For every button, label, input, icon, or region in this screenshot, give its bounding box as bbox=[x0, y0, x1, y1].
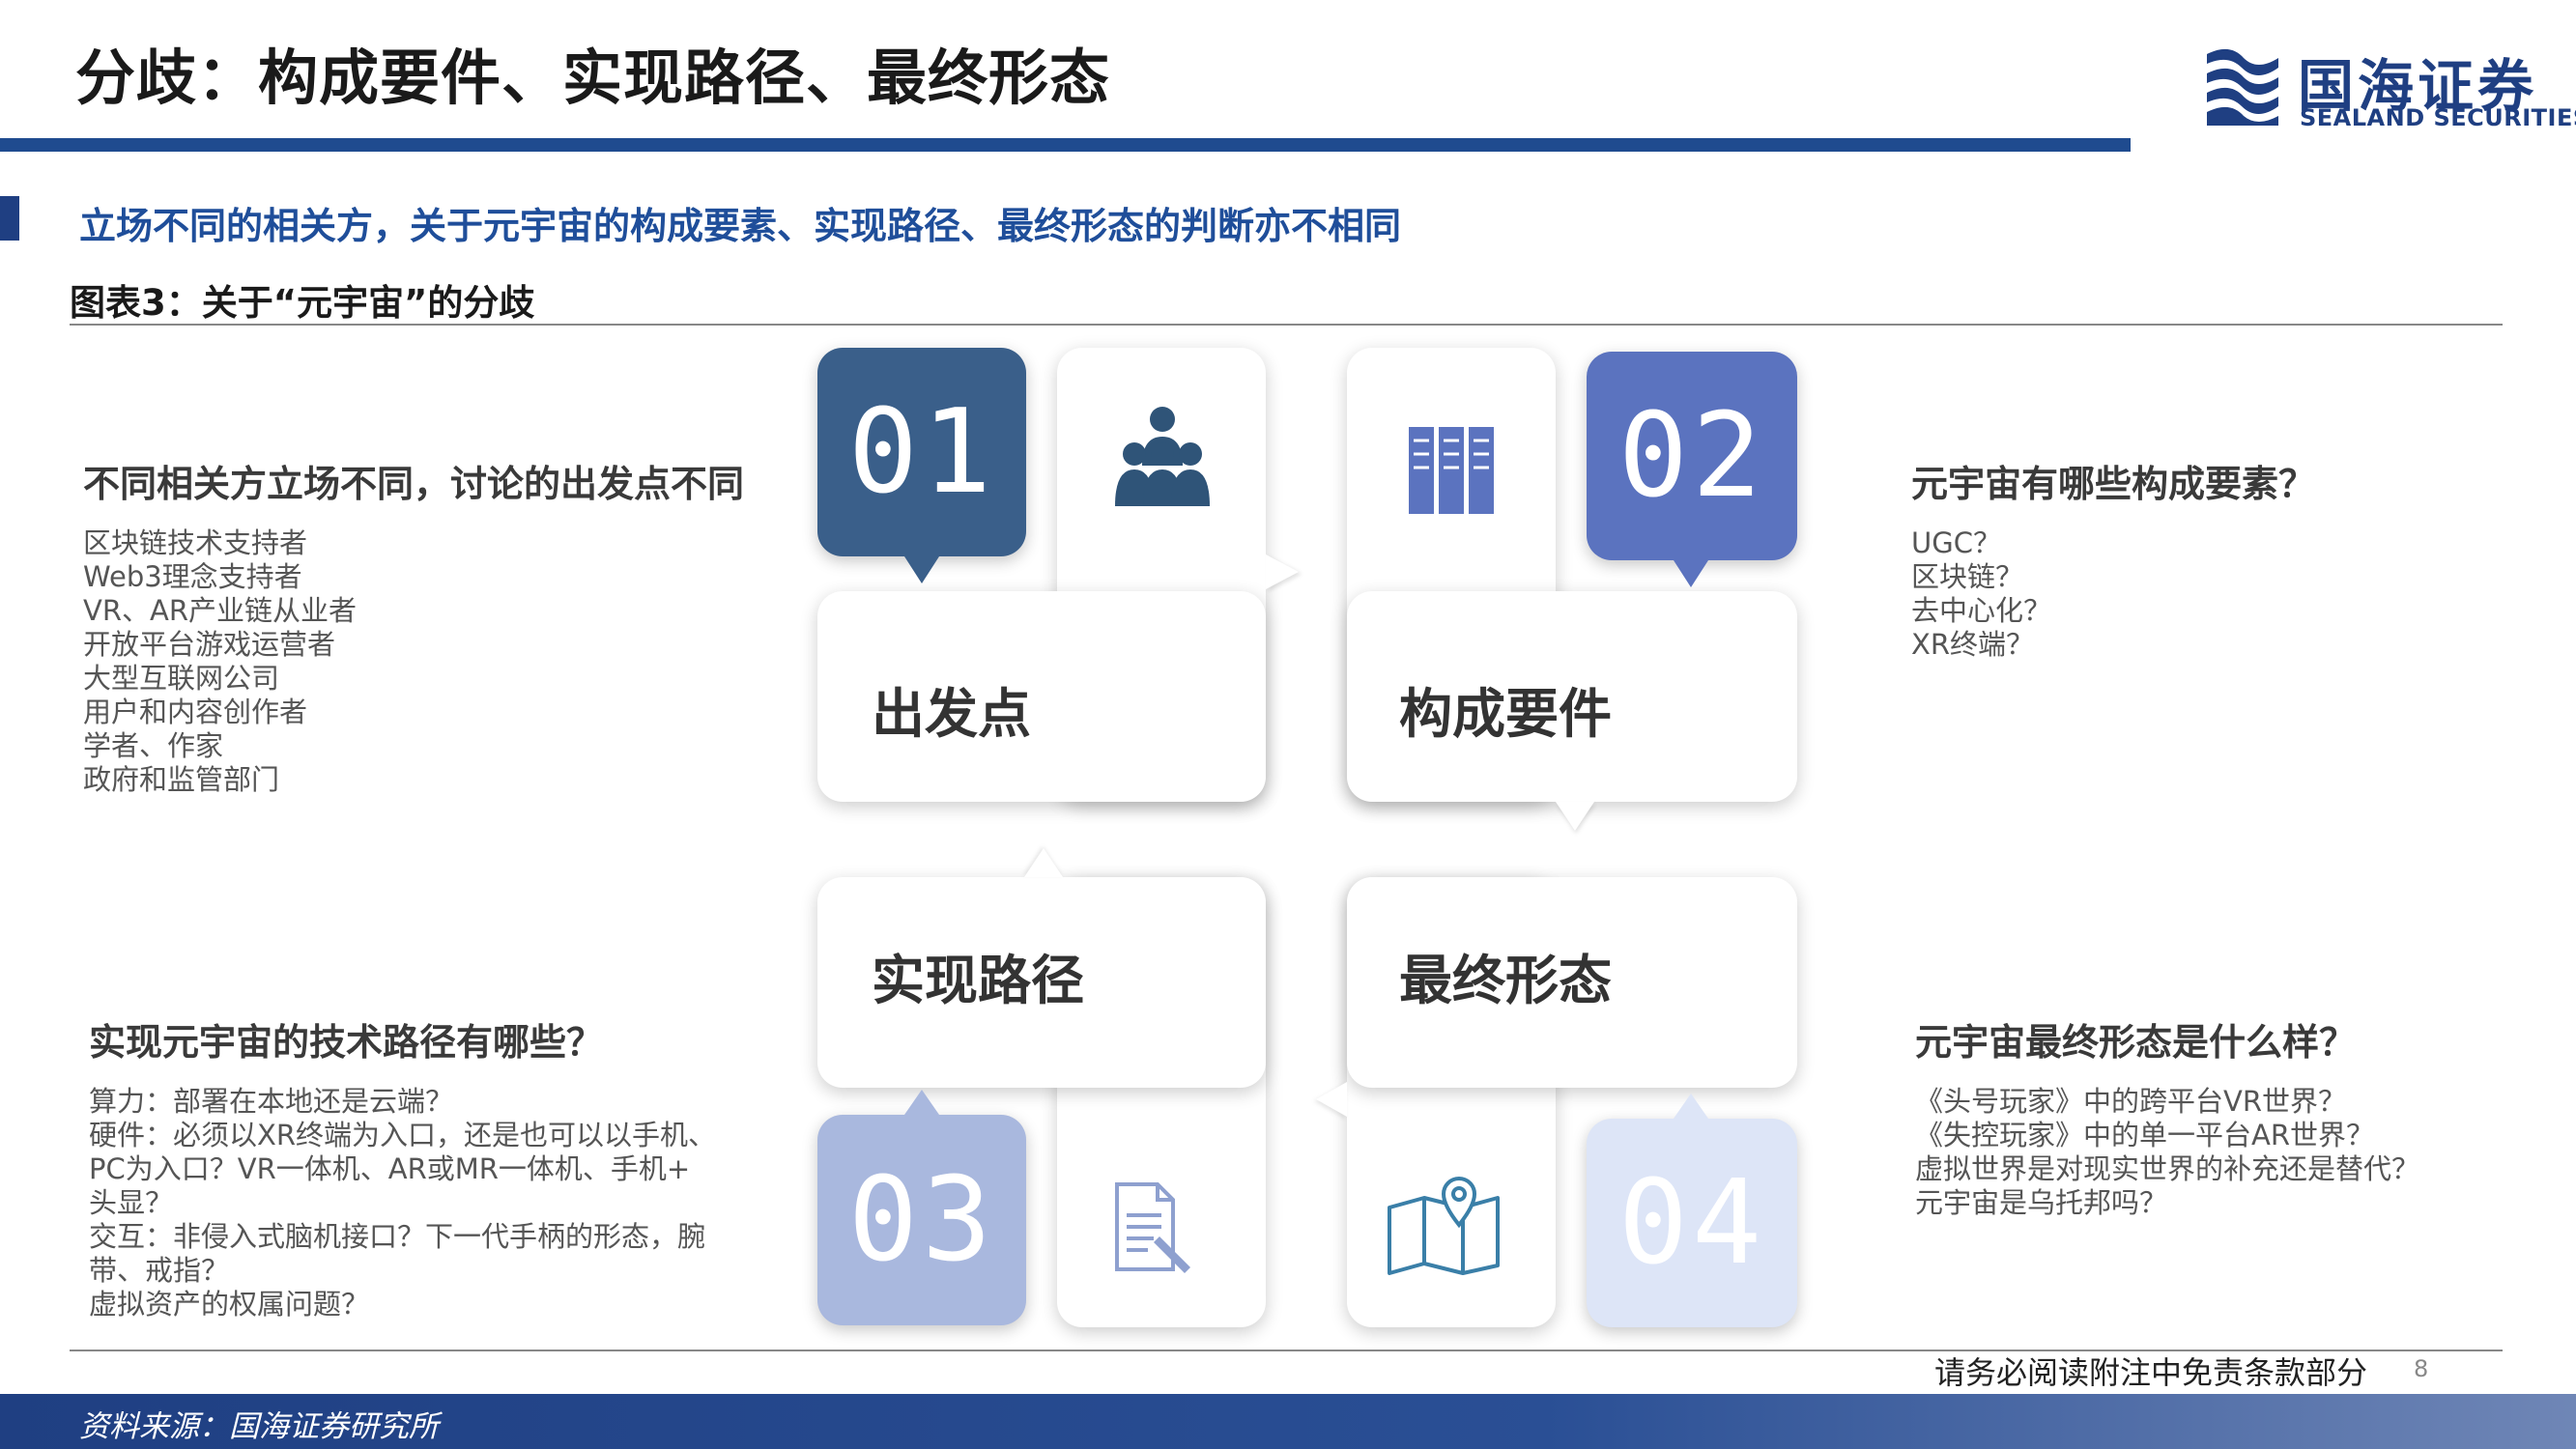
number-box-04: 04 bbox=[1587, 1119, 1797, 1327]
list-item: Web3理念支持者 bbox=[83, 560, 302, 593]
list-item: 虚拟资产的权属问题？ bbox=[89, 1288, 370, 1321]
card-03-icon-panel bbox=[1057, 877, 1266, 1327]
list-item: 学者、作家 bbox=[83, 729, 224, 762]
pointer bbox=[1316, 1082, 1347, 1117]
list-item: 算力：部署在本地还是云端？ bbox=[89, 1085, 454, 1118]
subtitle: 立场不同的相关方，关于元宇宙的构成要素、实现路径、最终形态的判断亦不相同 bbox=[79, 205, 1402, 247]
list-item: UGC？ bbox=[1911, 526, 2001, 559]
list-item: 区块链？ bbox=[1911, 560, 2024, 593]
list-item: 《失控玩家》中的单一平台AR世界？ bbox=[1915, 1119, 2374, 1151]
list-item: 区块链技术支持者 bbox=[83, 526, 308, 559]
card-number: 01 bbox=[847, 384, 996, 520]
sealand-logo-icon bbox=[2207, 48, 2278, 126]
source-note: 资料来源：国海证券研究所 bbox=[79, 1409, 439, 1444]
list-item: 用户和内容创作者 bbox=[83, 696, 308, 728]
pointer bbox=[904, 556, 939, 583]
list-item: 开放平台游戏运营者 bbox=[83, 628, 336, 661]
stakeholder-list: 区块链技术支持者 Web3理念支持者 VR、AR产业链从业者 开放平台游戏运营者… bbox=[83, 526, 744, 797]
list-item: 虚拟世界是对现实世界的补充还是替代？ bbox=[1915, 1152, 2420, 1185]
disclaimer: 请务必阅读附注中免责条款部分 bbox=[1934, 1354, 2368, 1391]
map-location-icon bbox=[1388, 1177, 1500, 1275]
company-logo: 国海证券 SEALAND SECURITIES bbox=[2201, 41, 2576, 137]
list-item: 政府和监管部门 bbox=[83, 763, 280, 796]
list-item: 大型互联网公司 bbox=[83, 662, 280, 695]
header-rule bbox=[0, 138, 2131, 152]
components-section: 元宇宙有哪些构成要素？ UGC？ 区块链？ 去中心化？ XR终端？ bbox=[1911, 454, 2315, 662]
list-item: 《头号玩家》中的跨平台VR世界？ bbox=[1915, 1085, 2346, 1118]
pointer bbox=[1024, 848, 1063, 877]
card-number: 02 bbox=[1617, 388, 1766, 524]
list-item: 交互：非侵入式脑机接口？下一代手柄的形态，腕 bbox=[89, 1220, 706, 1253]
list-item: 硬件：必须以XR终端为入口，还是也可以以手机、 bbox=[89, 1119, 717, 1151]
logo-english-name: SEALAND SECURITIES bbox=[2300, 104, 2576, 131]
card-label-04: 最终形态 bbox=[1399, 950, 1613, 1011]
card-01-icon-panel bbox=[1057, 348, 1266, 802]
list-item: VR、AR产业链从业者 bbox=[83, 594, 357, 627]
number-box-02: 02 bbox=[1587, 352, 1797, 560]
subtitle-marker bbox=[0, 196, 19, 241]
card-04-icon-panel bbox=[1347, 877, 1556, 1327]
list-item: PC为入口？VR一体机、AR或MR一体机、手机+ bbox=[89, 1152, 691, 1185]
card-01-label-panel bbox=[817, 591, 1266, 802]
figure-caption: 图表3：关于“元宇宙”的分歧 bbox=[70, 282, 535, 324]
list-item: 元宇宙是乌托邦吗？ bbox=[1915, 1186, 2168, 1219]
final-form-section: 元宇宙最终形态是什么样？ 《头号玩家》中的跨平台VR世界？ 《失控玩家》中的单一… bbox=[1915, 1012, 2419, 1220]
number-box-03: 03 bbox=[817, 1115, 1026, 1325]
list-item: XR终端？ bbox=[1911, 628, 2035, 661]
card-04-label-panel bbox=[1347, 877, 1797, 1088]
pointer bbox=[1266, 554, 1299, 589]
section-title: 不同相关方立场不同，讨论的出发点不同 bbox=[83, 463, 745, 505]
pointer bbox=[904, 1090, 939, 1115]
card-label-03: 实现路径 bbox=[872, 950, 1085, 1011]
card-02-icon-panel bbox=[1347, 348, 1556, 802]
list-item: 带、戒指？ bbox=[89, 1254, 230, 1287]
section-title: 元宇宙最终形态是什么样？ bbox=[1915, 1021, 2357, 1064]
pointer bbox=[1674, 560, 1708, 587]
bookshelf-icon bbox=[1409, 427, 1494, 514]
people-group-icon bbox=[1115, 407, 1210, 506]
card-number: 03 bbox=[847, 1152, 996, 1288]
section-title: 实现元宇宙的技术路径有哪些？ bbox=[89, 1021, 604, 1064]
pointer bbox=[1674, 1094, 1708, 1119]
final-form-list: 《头号玩家》中的跨平台VR世界？ 《失控玩家》中的单一平台AR世界？ 虚拟世界是… bbox=[1915, 1085, 2419, 1220]
path-section: 实现元宇宙的技术路径有哪些？ 算力：部署在本地还是云端？ 硬件：必须以XR终端为… bbox=[89, 1012, 716, 1321]
document-edit-icon bbox=[1115, 1182, 1190, 1273]
components-list: UGC？ 区块链？ 去中心化？ XR终端？ bbox=[1911, 526, 2315, 662]
card-label-02: 构成要件 bbox=[1399, 683, 1613, 745]
caption-rule bbox=[70, 324, 2503, 326]
card-label-01: 出发点 bbox=[872, 683, 1032, 745]
section-title: 元宇宙有哪些构成要素？ bbox=[1911, 463, 2316, 505]
list-item: 去中心化？ bbox=[1911, 594, 2052, 627]
card-03-label-panel bbox=[817, 877, 1266, 1088]
starting-point-section: 不同相关方立场不同，讨论的出发点不同 区块链技术支持者 Web3理念支持者 VR… bbox=[83, 454, 744, 797]
page-number: 8 bbox=[2414, 1355, 2429, 1382]
number-box-01: 01 bbox=[817, 348, 1026, 556]
list-item: 头显？ bbox=[89, 1186, 174, 1219]
card-02-label-panel bbox=[1347, 591, 1797, 802]
path-list: 算力：部署在本地还是云端？ 硬件：必须以XR终端为入口，还是也可以以手机、 PC… bbox=[89, 1085, 716, 1321]
card-number: 04 bbox=[1617, 1155, 1766, 1291]
pointer bbox=[1556, 802, 1594, 831]
page-title: 分歧：构成要件、实现路径、最终形态 bbox=[75, 43, 1111, 113]
